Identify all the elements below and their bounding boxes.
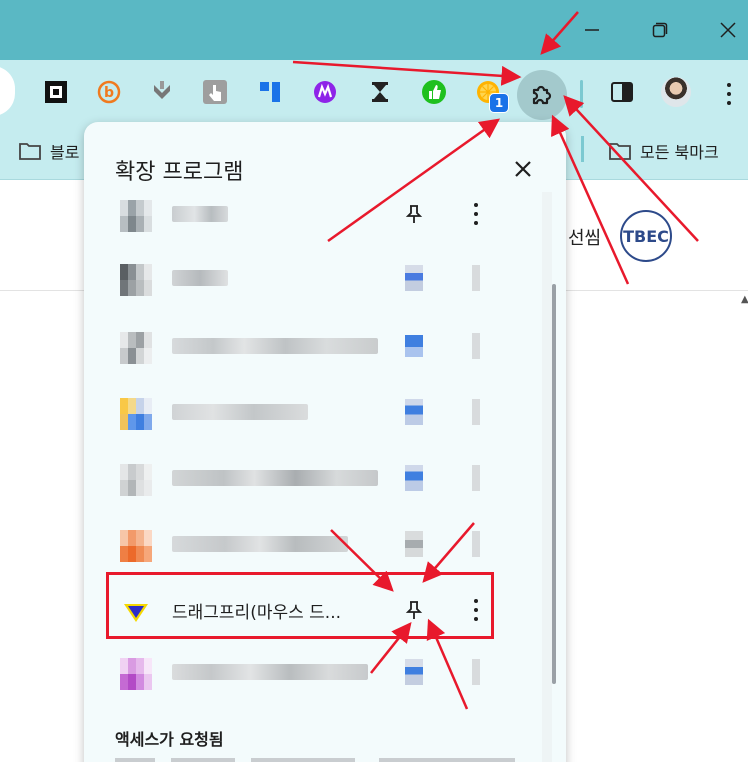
pin-button[interactable] — [398, 594, 430, 626]
pin-button[interactable] — [398, 198, 430, 230]
pin-button[interactable] — [398, 656, 430, 688]
folder-icon — [19, 143, 41, 160]
more-options-button[interactable] — [464, 396, 488, 428]
list-item[interactable] — [108, 314, 528, 374]
minimize-button[interactable] — [572, 10, 612, 50]
blurred-pin-icon — [405, 265, 423, 291]
browser-toolbar: b — [0, 60, 748, 130]
restore-icon — [652, 22, 668, 38]
more-options-button[interactable] — [464, 198, 488, 230]
panel-scroll-track[interactable] — [542, 192, 552, 762]
b-circle-icon[interactable]: b — [95, 78, 123, 106]
blurred-pin-icon — [405, 335, 423, 357]
extensions-button[interactable] — [517, 70, 567, 120]
blurred-extension-icon — [120, 264, 152, 296]
blurred-more-icon — [472, 333, 480, 359]
blurred-more-icon — [472, 531, 480, 557]
blurred-extension-icon — [120, 658, 152, 690]
purple-m-icon[interactable] — [311, 78, 339, 106]
puzzle-icon — [532, 85, 552, 105]
bookmark-folder-left[interactable]: 블로 — [18, 136, 79, 166]
bookmark-folder-all-label: 모든 북마크 — [640, 143, 719, 162]
list-item[interactable] — [108, 640, 528, 700]
tbec-logo: TBEC — [620, 210, 672, 262]
minimize-icon — [585, 29, 599, 31]
blurred-extension-name — [172, 338, 378, 354]
hourglass-icon[interactable] — [366, 78, 394, 106]
more-options-button[interactable] — [464, 528, 488, 560]
download-arrow-icon[interactable] — [148, 78, 176, 106]
more-options-button[interactable] — [464, 656, 488, 688]
more-options-button[interactable] — [464, 594, 488, 626]
badge-count: 1 — [489, 93, 509, 113]
panel-scrollbar[interactable] — [552, 284, 556, 684]
address-bar[interactable] — [0, 66, 15, 116]
list-item[interactable] — [108, 446, 528, 506]
restore-button[interactable] — [640, 10, 680, 50]
blurred-extension-icon — [120, 464, 152, 496]
pin-icon — [405, 205, 423, 223]
page-partial-text: 선씸 — [568, 228, 602, 249]
blurred-extension-name — [172, 206, 228, 222]
blurred-extension-icon — [120, 200, 152, 232]
list-item[interactable] — [108, 512, 528, 572]
bookmark-folder-all[interactable]: 모든 북마크 — [608, 136, 719, 166]
title-bar — [0, 0, 748, 60]
blurred-extension-name — [172, 404, 308, 420]
blurred-extension-icon — [120, 530, 152, 562]
list-item-dragfree[interactable]: 드래그프리(마우스 드... — [108, 578, 528, 638]
toolbar-divider — [580, 80, 583, 108]
green-thumb-icon[interactable] — [420, 78, 448, 106]
blurred-pin-icon — [405, 659, 423, 685]
more-options-button[interactable] — [464, 262, 488, 294]
blurred-extension-name — [172, 664, 368, 680]
blurred-extension-icon — [120, 398, 152, 430]
pin-button[interactable] — [398, 330, 430, 362]
more-options-button[interactable] — [464, 462, 488, 494]
pin-button[interactable] — [398, 262, 430, 294]
extensions-panel: 확장 프로그램 드래그프리(마우스 드... 액세스가 요청됨 — [84, 122, 566, 762]
pin-button[interactable] — [398, 528, 430, 560]
blurred-more-icon — [472, 465, 480, 491]
list-item[interactable] — [108, 246, 528, 306]
pin-button[interactable] — [398, 462, 430, 494]
blurred-extension-name — [172, 536, 348, 552]
bookmarks-divider — [581, 136, 584, 162]
cut-off-text — [115, 758, 515, 762]
blurred-extension-name — [172, 270, 228, 286]
side-panel-icon[interactable] — [608, 78, 636, 106]
list-item[interactable] — [108, 182, 528, 242]
svg-text:b: b — [104, 85, 114, 101]
close-window-button[interactable] — [708, 10, 748, 50]
access-requested-title: 액세스가 요청됨 — [115, 730, 224, 749]
panel-close-button[interactable] — [509, 155, 537, 183]
extension-name: 드래그프리(마우스 드... — [172, 603, 342, 623]
square-logo-icon[interactable] — [42, 78, 70, 106]
blurred-more-icon — [472, 659, 480, 685]
touch-hand-icon[interactable] — [201, 78, 229, 106]
blurred-extension-icon — [120, 332, 152, 364]
browser-menu-button[interactable] — [722, 80, 736, 108]
list-item[interactable] — [108, 380, 528, 440]
blurred-more-icon — [472, 399, 480, 425]
avatar[interactable] — [661, 77, 691, 107]
more-options-button[interactable] — [464, 330, 488, 362]
pin-button[interactable] — [398, 396, 430, 428]
blurred-pin-icon — [405, 399, 423, 425]
blue-bars-icon[interactable] — [256, 78, 284, 106]
blurred-extension-name — [172, 470, 378, 486]
close-icon — [515, 161, 531, 177]
blurred-pin-icon — [405, 531, 423, 557]
blurred-pin-icon — [405, 465, 423, 491]
bookmark-folder-left-label: 블로 — [50, 143, 80, 162]
folder-icon — [609, 143, 631, 160]
blurred-more-icon — [472, 265, 480, 291]
scroll-up-icon[interactable]: ▲ — [741, 294, 748, 305]
close-icon — [720, 22, 736, 38]
download-down-arrow-icon — [124, 604, 148, 622]
pin-icon — [405, 601, 423, 619]
